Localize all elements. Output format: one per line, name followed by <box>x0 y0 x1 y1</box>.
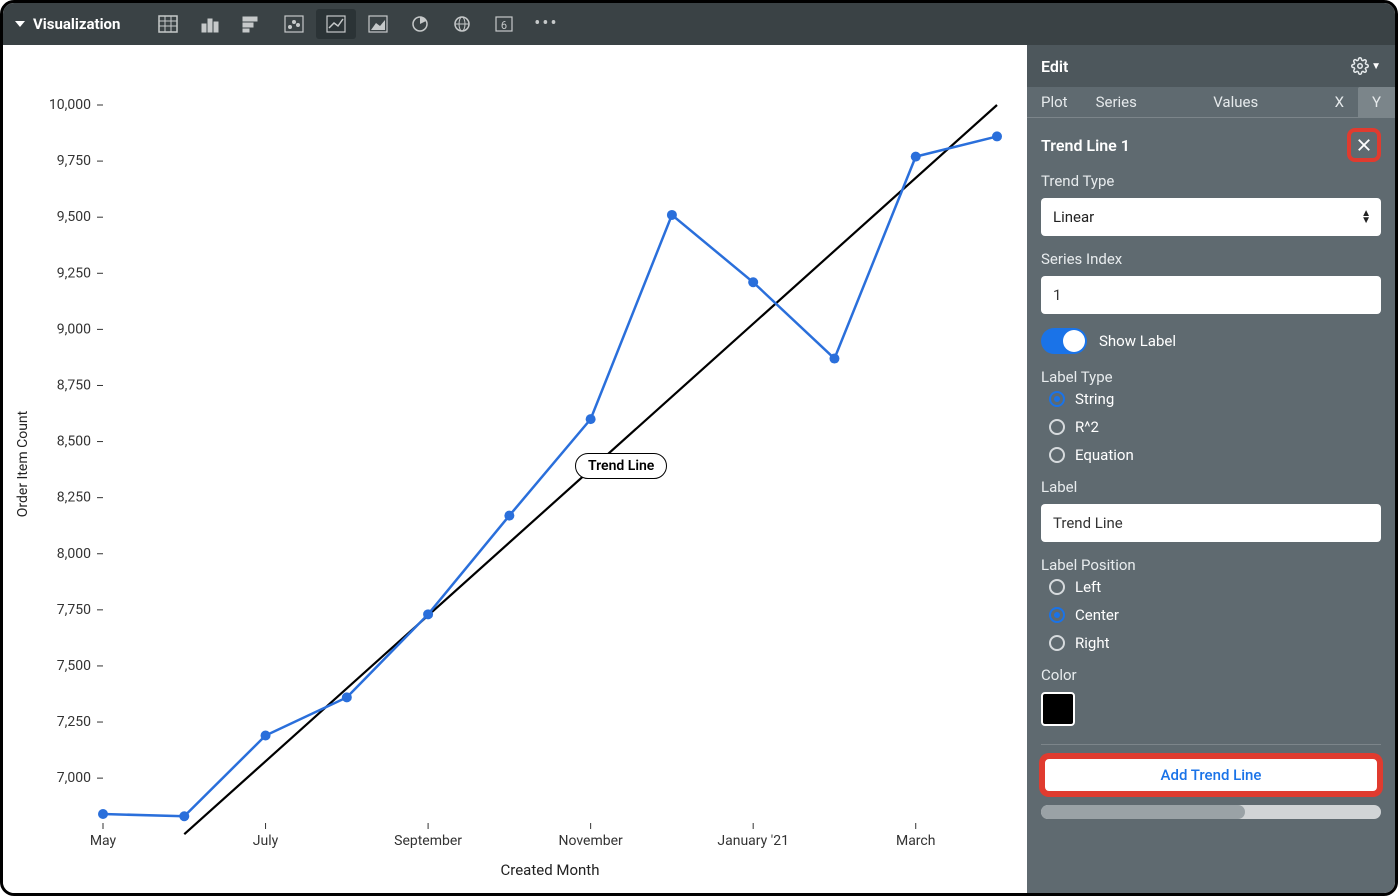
label-input[interactable] <box>1041 504 1381 542</box>
label-label: Label <box>1041 478 1381 496</box>
visualization-toolbar: Visualization 6 ••• <box>3 3 1395 45</box>
chart-area: 7,000 7,250 7,500 7,750 8,000 8,250 8,500 8,750… <box>3 45 1027 893</box>
table-icon[interactable] <box>148 9 188 39</box>
single-value-icon[interactable]: 6 <box>484 9 524 39</box>
color-label: Color <box>1041 666 1381 684</box>
bar-chart-icon[interactable] <box>232 9 272 39</box>
trend-section-title: Trend Line 1 <box>1041 136 1130 155</box>
svg-text:March: March <box>896 833 936 849</box>
edit-panel-title: Edit <box>1041 57 1068 76</box>
svg-text:January '21: January '21 <box>717 833 789 849</box>
horizontal-scrollbar[interactable] <box>1041 805 1381 819</box>
svg-text:8,000: 8,000 <box>57 546 91 562</box>
label-position-option-center[interactable]: Center <box>1049 606 1381 624</box>
tab-values[interactable]: Values <box>1151 87 1321 117</box>
svg-text:November: November <box>558 833 623 849</box>
svg-text:6: 6 <box>501 19 507 32</box>
line-chart: 7,000 7,250 7,500 7,750 8,000 8,250 8,500 8,750… <box>3 45 1027 893</box>
svg-text:Order Item Count: Order Item Count <box>15 410 31 517</box>
svg-text:10,000: 10,000 <box>49 97 91 113</box>
tab-series[interactable]: Series <box>1082 87 1151 117</box>
svg-text:7,750: 7,750 <box>57 602 91 618</box>
tab-plot[interactable]: Plot <box>1027 87 1082 117</box>
show-label-text: Show Label <box>1099 332 1176 350</box>
close-icon[interactable] <box>1347 128 1381 162</box>
trend-line-label: Trend Line <box>575 453 667 479</box>
label-type-option-r2[interactable]: R^2 <box>1049 418 1381 436</box>
trend-type-select[interactable]: Linear ▲▼ <box>1041 198 1381 236</box>
label-type-option-equation[interactable]: Equation <box>1049 446 1381 464</box>
svg-text:7,000: 7,000 <box>57 770 91 786</box>
scatter-chart-icon[interactable] <box>274 9 314 39</box>
svg-text:9,500: 9,500 <box>57 209 91 225</box>
area-chart-icon[interactable] <box>358 9 398 39</box>
edit-panel: Edit ▼ PlotSeriesValuesXY Trend Line 1 T… <box>1027 45 1395 893</box>
visualization-toggle[interactable]: Visualization <box>15 15 120 33</box>
svg-text:8,750: 8,750 <box>57 377 91 393</box>
pie-chart-icon[interactable] <box>400 9 440 39</box>
line-chart-icon[interactable] <box>316 9 356 39</box>
trend-type-label: Trend Type <box>1041 172 1381 190</box>
tab-y[interactable]: Y <box>1358 87 1395 118</box>
svg-text:8,500: 8,500 <box>57 434 91 450</box>
more-icon[interactable]: ••• <box>526 9 566 39</box>
svg-text:9,750: 9,750 <box>57 153 91 169</box>
show-label-toggle[interactable] <box>1041 328 1087 354</box>
series-index-label: Series Index <box>1041 250 1381 268</box>
svg-text:May: May <box>90 833 117 849</box>
edit-tabs: PlotSeriesValuesXY <box>1027 87 1395 118</box>
label-type-option-string[interactable]: String <box>1049 390 1381 408</box>
svg-text:7,250: 7,250 <box>57 714 91 730</box>
svg-text:9,000: 9,000 <box>57 321 91 337</box>
tab-x[interactable]: X <box>1321 87 1358 117</box>
gear-icon[interactable]: ▼ <box>1351 57 1381 75</box>
svg-text:Created Month: Created Month <box>501 861 600 879</box>
label-type-label: Label Type <box>1041 368 1381 386</box>
svg-text:8,250: 8,250 <box>57 490 91 506</box>
map-chart-icon[interactable] <box>442 9 482 39</box>
svg-text:July: July <box>253 833 279 849</box>
label-position-option-left[interactable]: Left <box>1049 578 1381 596</box>
svg-text:9,250: 9,250 <box>57 265 91 281</box>
svg-text:September: September <box>394 833 462 849</box>
column-chart-icon[interactable] <box>190 9 230 39</box>
label-position-label: Label Position <box>1041 556 1381 574</box>
series-index-input[interactable] <box>1041 276 1381 314</box>
label-position-option-right[interactable]: Right <box>1049 634 1381 652</box>
svg-text:7,500: 7,500 <box>57 658 91 674</box>
color-swatch[interactable] <box>1041 692 1075 726</box>
chevron-down-icon <box>15 21 25 27</box>
visualization-title: Visualization <box>33 15 120 33</box>
add-trend-line-button[interactable]: Add Trend Line <box>1041 755 1381 795</box>
